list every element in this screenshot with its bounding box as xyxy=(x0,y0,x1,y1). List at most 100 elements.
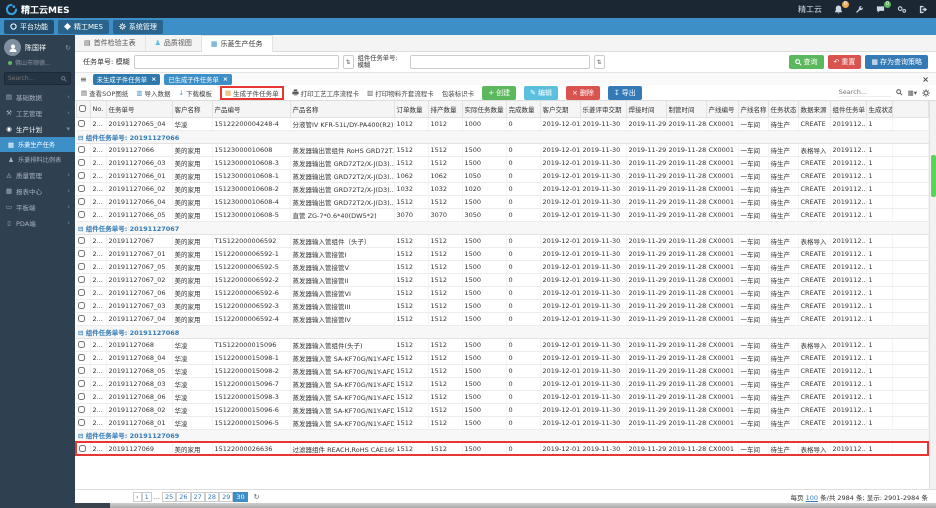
pager-refresh-icon[interactable]: ↻ xyxy=(254,493,260,501)
column-header-done[interactable]: 完成数量 xyxy=(506,101,540,117)
table-row[interactable]: 2...20191127068_01华凌15122000015096-5蒸发器输… xyxy=(76,416,928,429)
sidebar-item-report-center[interactable]: ▦报表中心‹ xyxy=(0,183,75,199)
generate-subtask-button[interactable]: ▦生成子件任务单 xyxy=(220,86,284,100)
table-search-input[interactable] xyxy=(839,88,891,97)
hamburger-icon[interactable]: ≡ xyxy=(80,75,87,84)
bell-icon[interactable]: 0 xyxy=(834,5,843,14)
table-row[interactable]: 2...20191127068_05华凌15122000015098-2蒸发器输… xyxy=(76,364,928,377)
create-button[interactable]: +创建 xyxy=(482,86,516,100)
wrench-icon[interactable] xyxy=(855,5,864,14)
row-checkbox[interactable] xyxy=(78,276,85,283)
column-header-q1[interactable]: 订单数量 xyxy=(394,101,428,117)
table-row[interactable]: 2...20191127065_04华凌15122200004248-4分液管I… xyxy=(76,117,928,130)
sidebar-item-tablet[interactable]: ▭平板端‹ xyxy=(0,199,75,215)
sidebar-item-quality-mgmt[interactable]: ◬质量管理‹ xyxy=(0,167,75,183)
collapse-icon[interactable]: ⊟ xyxy=(78,329,86,337)
table-row[interactable]: 2...20191127066_04美的家用15123000010608-4蒸发… xyxy=(76,195,928,208)
group-header-row[interactable]: ⊟ 组件任务单号: 20191127068 xyxy=(76,325,928,338)
collapse-icon[interactable]: ⊟ xyxy=(78,134,86,142)
row-checkbox[interactable] xyxy=(78,198,85,205)
column-header-order[interactable]: 任务单号 xyxy=(106,101,172,117)
view-sop-button[interactable]: ▤查看SOP图纸 xyxy=(81,88,128,98)
row-checkbox[interactable] xyxy=(79,445,86,452)
page-button-25[interactable]: 25 xyxy=(162,492,176,502)
row-checkbox[interactable] xyxy=(78,146,85,153)
reset-button[interactable]: ↶重置 xyxy=(828,55,862,69)
view-tab-generated[interactable]: 已生成子件任务单× xyxy=(164,74,232,85)
table-row[interactable]: 2...20191127066_01美的家用15123000010608-1蒸发… xyxy=(76,169,928,182)
table-row[interactable]: 2...20191127067_01美的家用15122000006592-1蒸发… xyxy=(76,247,928,260)
column-header-comp_order[interactable]: 组件任务单 xyxy=(830,101,866,117)
table-row[interactable]: 2...20191127068_06华凌15122000015098-3蒸发器输… xyxy=(76,390,928,403)
table-row[interactable]: 2...20191127066_03美的家用15123000010608-3蒸发… xyxy=(76,156,928,169)
row-checkbox[interactable] xyxy=(78,237,85,244)
row-checkbox[interactable] xyxy=(78,380,85,387)
table-row[interactable]: 2...20191127069美的家用15122000026636过滤器组件 R… xyxy=(76,442,928,455)
column-header-weld_time[interactable]: 焊接时间 xyxy=(626,101,666,117)
table-row[interactable]: 2...20191127068_04华凌15122000015098-1蒸发器输… xyxy=(76,351,928,364)
row-checkbox[interactable] xyxy=(78,120,85,127)
tab-first-article-inspection[interactable]: ▤首件检验主表 xyxy=(75,35,146,51)
row-checkbox[interactable] xyxy=(78,263,85,270)
vertical-scrollbar[interactable] xyxy=(929,101,936,489)
collapse-icon[interactable]: ⊟ xyxy=(78,432,86,440)
refresh-icon[interactable]: ↻ xyxy=(65,44,71,52)
select-all-checkbox[interactable] xyxy=(79,105,86,112)
column-header-line_name[interactable]: 产线名称 xyxy=(738,101,768,117)
tab-quality-view[interactable]: ♟品质视图 xyxy=(146,35,202,51)
row-checkbox[interactable] xyxy=(78,406,85,413)
edit-button[interactable]: ✎编辑 xyxy=(524,86,558,100)
table-row[interactable]: 2...20191127067_02美的家用15122000006592-2蒸发… xyxy=(76,273,928,286)
close-icon[interactable]: × xyxy=(151,76,156,83)
tab-leling-production-tasks[interactable]: ▦乐菱生产任务 xyxy=(202,35,273,52)
gear-icon[interactable] xyxy=(922,89,930,97)
task-order-input[interactable] xyxy=(134,55,339,69)
export-button[interactable]: ↧导出 xyxy=(608,86,642,100)
column-header-name[interactable]: 产品名称 xyxy=(290,101,394,117)
column-header-cb[interactable] xyxy=(76,101,90,117)
page-button-1[interactable]: 1 xyxy=(142,492,152,502)
collapse-icon[interactable]: ⊟ xyxy=(78,225,86,233)
page-button-30[interactable]: 30 xyxy=(233,492,247,502)
column-header-q2[interactable]: 排产数量 xyxy=(428,101,462,117)
page-button-29[interactable]: 29 xyxy=(219,492,233,502)
column-header-no[interactable]: No. xyxy=(90,101,106,117)
table-row[interactable]: 2...20191127066_02美的家用15123000010608-2蒸发… xyxy=(76,182,928,195)
group-header-row[interactable]: ⊟ 组件任务单号: 20191127067 xyxy=(76,221,928,234)
table-row[interactable]: 2...20191127067_04美的家用15122000006592-4蒸发… xyxy=(76,312,928,325)
column-header-q3[interactable]: 实际任务数量 xyxy=(462,101,506,117)
page-button-27[interactable]: 27 xyxy=(191,492,205,502)
search-icon[interactable] xyxy=(896,89,903,96)
package-label-card-button[interactable]: 包装标识卡 xyxy=(442,88,475,98)
row-checkbox[interactable] xyxy=(78,419,85,426)
print-material-card-button[interactable]: ▥打印物料齐套流程卡 xyxy=(367,88,434,98)
table-row[interactable]: 2...20191127066美的家用15123000010608蒸发器输出管组… xyxy=(76,143,928,156)
cogs-icon[interactable] xyxy=(897,5,907,14)
avatar[interactable] xyxy=(4,39,21,56)
download-template-button[interactable]: ↓下载模板 xyxy=(178,88,211,98)
table-row[interactable]: 2...20191127067_05美的家用15122000006592-5蒸发… xyxy=(76,260,928,273)
row-checkbox[interactable] xyxy=(78,289,85,296)
row-checkbox[interactable] xyxy=(78,302,85,309)
view-tab-not-generated[interactable]: 未生成子件任务单× xyxy=(93,74,161,85)
menu-jinggong-mes[interactable]: 精工MES xyxy=(58,20,109,34)
page-button-26[interactable]: 26 xyxy=(176,492,190,502)
column-header-cust_due[interactable]: 客户交期 xyxy=(540,101,580,117)
sidebar-item-pda[interactable]: ▯PDA端‹ xyxy=(0,215,75,231)
sidebar-search[interactable] xyxy=(4,72,71,85)
table-row[interactable]: 2...20191127067_06美的家用15122000006592-6蒸发… xyxy=(76,286,928,299)
import-data-button[interactable]: ▥导入数据 xyxy=(136,88,170,98)
column-header-gen_state[interactable]: 生成状态 xyxy=(866,101,892,117)
print-process-card-button[interactable]: 打印工艺工序流程卡 xyxy=(292,88,360,98)
table-row[interactable]: 2...20191127068华凌T15122000015096蒸发器输入管组件… xyxy=(76,338,928,351)
close-icon[interactable]: × xyxy=(223,76,228,83)
column-header-tube_time[interactable]: 制管时间 xyxy=(666,101,706,117)
pager-prev-button[interactable]: ‹ xyxy=(133,492,142,502)
column-header-status[interactable]: 任务状态 xyxy=(768,101,798,117)
menu-system[interactable]: 系统管理 xyxy=(113,20,163,34)
page-button-28[interactable]: 28 xyxy=(205,492,219,502)
row-checkbox[interactable] xyxy=(78,250,85,257)
row-checkbox[interactable] xyxy=(78,367,85,374)
table-row[interactable]: 2...20191127067_03美的家用15122000006592-3蒸发… xyxy=(76,299,928,312)
table-row[interactable]: 2...20191127068_03华凌15122000015096-7蒸发器输… xyxy=(76,377,928,390)
